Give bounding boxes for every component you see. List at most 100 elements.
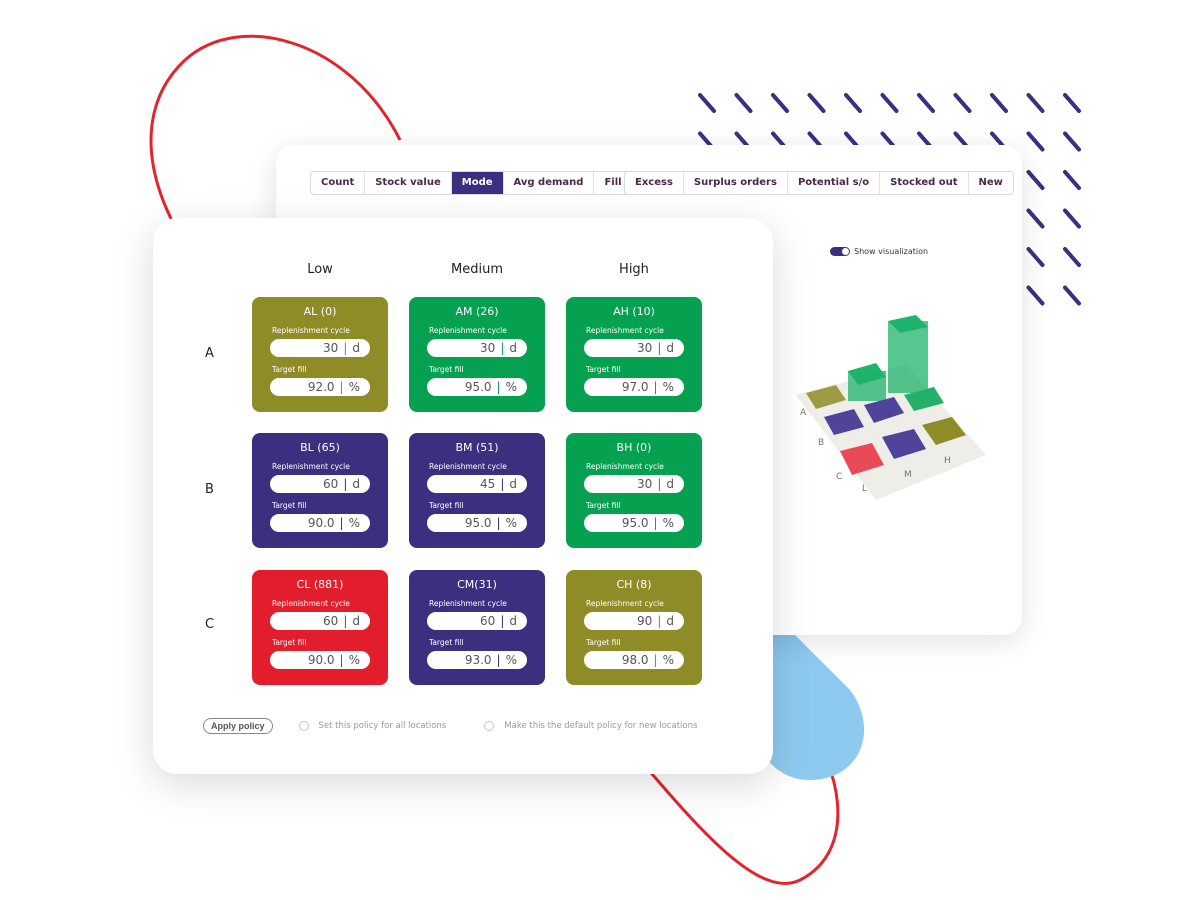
policy-footer: Apply policy Set this policy for all loc… bbox=[203, 718, 697, 734]
fill-unit: % bbox=[348, 653, 360, 667]
target-fill-input[interactable]: 95.0 |% bbox=[427, 514, 527, 532]
replenishment-cycle-input[interactable]: 30 | d bbox=[427, 339, 527, 357]
decor-dash bbox=[698, 93, 716, 113]
replenishment-cycle-input[interactable]: 60 | d bbox=[427, 612, 527, 630]
tile-title: CL (881) bbox=[296, 578, 344, 591]
separator: | bbox=[653, 653, 658, 667]
policy-tile: BM (51) Replenishment cycle 45 | d Target fil… bbox=[409, 433, 545, 548]
column-header-low: Low bbox=[307, 262, 333, 277]
tab-stocked-out[interactable]: Stocked out bbox=[880, 172, 969, 194]
target-fill-input[interactable]: 90.0 |% bbox=[270, 651, 370, 669]
separator: | bbox=[653, 516, 658, 530]
target-fill-input[interactable]: 95.0 |% bbox=[584, 514, 684, 532]
row-header-a: A bbox=[205, 346, 214, 361]
target-fill-input[interactable]: 93.0 |% bbox=[427, 651, 527, 669]
tile-title: CH (8) bbox=[616, 578, 652, 591]
target-fill-input[interactable]: 98.0 |% bbox=[584, 651, 684, 669]
fill-unit: % bbox=[662, 380, 674, 394]
cycle-unit: d bbox=[352, 614, 360, 628]
radio-icon[interactable] bbox=[298, 721, 309, 731]
fill-unit: % bbox=[505, 380, 517, 394]
fill-value: 90.0 bbox=[307, 516, 335, 530]
column-header-medium: Medium bbox=[451, 262, 503, 277]
cycle-unit: d bbox=[509, 477, 517, 491]
set-all-locations-option[interactable]: Set this policy for all locations bbox=[298, 721, 447, 731]
target-fill-input[interactable]: 95.0 |% bbox=[427, 378, 527, 396]
decor-dash bbox=[1026, 208, 1045, 229]
replenishment-cycle-label: Replenishment cycle bbox=[586, 599, 664, 608]
cycle-value: 60 bbox=[323, 614, 339, 628]
cycle-value: 60 bbox=[480, 614, 496, 628]
cycle-unit: d bbox=[509, 341, 517, 355]
replenishment-cycle-input[interactable]: 60 | d bbox=[270, 475, 370, 493]
replenishment-cycle-label: Replenishment cycle bbox=[272, 326, 350, 335]
fill-value: 95.0 bbox=[464, 380, 492, 394]
show-visualization-control[interactable]: Show visualization bbox=[830, 247, 928, 256]
cycle-unit: d bbox=[666, 477, 674, 491]
radio-icon[interactable] bbox=[484, 721, 495, 731]
replenishment-cycle-input[interactable]: 30 | d bbox=[584, 475, 684, 493]
cycle-unit: d bbox=[509, 614, 517, 628]
separator: | bbox=[339, 380, 344, 394]
target-fill-label: Target fill bbox=[429, 365, 464, 374]
replenishment-cycle-input[interactable]: 45 | d bbox=[427, 475, 527, 493]
target-fill-input[interactable]: 97.0 |% bbox=[584, 378, 684, 396]
tab-count[interactable]: Count bbox=[311, 172, 366, 194]
decor-dash bbox=[917, 93, 935, 113]
separator: | bbox=[496, 516, 501, 530]
replenishment-cycle-label: Replenishment cycle bbox=[429, 326, 507, 335]
viz-col-label-l: L bbox=[862, 484, 867, 494]
fill-unit: % bbox=[505, 516, 517, 530]
tab-potential-s-o[interactable]: Potential s/o bbox=[788, 172, 881, 194]
decor-dash bbox=[1026, 170, 1045, 190]
cycle-value: 30 bbox=[637, 477, 653, 491]
replenishment-cycle-input[interactable]: 30 | d bbox=[270, 339, 370, 357]
decor-dash bbox=[1063, 208, 1081, 229]
decor-dash bbox=[1063, 285, 1081, 306]
fill-unit: % bbox=[662, 516, 674, 530]
decor-dash bbox=[1026, 285, 1045, 306]
separator: | bbox=[339, 516, 344, 530]
3d-matrix-visualization: A B C L M H bbox=[796, 315, 986, 500]
tab-avg-demand[interactable]: Avg demand bbox=[504, 172, 595, 194]
replenishment-cycle-input[interactable]: 60 | d bbox=[270, 612, 370, 630]
tab-mode[interactable]: Mode bbox=[451, 172, 504, 194]
target-fill-label: Target fill bbox=[272, 638, 307, 647]
target-fill-input[interactable]: 90.0 |% bbox=[270, 514, 370, 532]
separator: | bbox=[339, 653, 344, 667]
target-fill-input[interactable]: 92.0 |% bbox=[270, 378, 370, 396]
replenishment-cycle-input[interactable]: 30 | d bbox=[584, 339, 684, 357]
decor-dash bbox=[807, 93, 826, 113]
default-new-locations-option[interactable]: Make this the default policy for new loc… bbox=[484, 721, 697, 731]
set-all-locations-label: Set this policy for all locations bbox=[318, 721, 447, 731]
separator: | bbox=[496, 380, 501, 394]
policy-tile: AM (26) Replenishment cycle 30 | d Target fil… bbox=[409, 297, 545, 412]
viz-row-label-c: C bbox=[836, 472, 842, 482]
cycle-unit: d bbox=[666, 341, 674, 355]
visualization-toggle[interactable] bbox=[830, 247, 850, 256]
decor-dash bbox=[1026, 93, 1045, 113]
decor-dash bbox=[1063, 131, 1081, 152]
tab-surplus-orders[interactable]: Surplus orders bbox=[684, 172, 788, 194]
fill-value: 98.0 bbox=[621, 653, 649, 667]
decor-dash bbox=[1063, 170, 1081, 190]
replenishment-cycle-input[interactable]: 90 | d bbox=[584, 612, 684, 630]
target-fill-label: Target fill bbox=[586, 638, 621, 647]
tile-title: AM (26) bbox=[455, 305, 499, 318]
tile-title: BM (51) bbox=[455, 441, 499, 454]
tile-title: BL (65) bbox=[300, 441, 340, 454]
tile-title: AH (10) bbox=[613, 305, 655, 318]
replenishment-cycle-label: Replenishment cycle bbox=[272, 599, 350, 608]
viz-col-label-h: H bbox=[944, 456, 951, 466]
tab-excess[interactable]: Excess bbox=[625, 172, 684, 194]
tab-stock-value[interactable]: Stock value bbox=[365, 172, 452, 194]
fill-unit: % bbox=[348, 516, 360, 530]
viz-bar-AH bbox=[888, 321, 928, 393]
viz-row-label-a: A bbox=[800, 408, 807, 418]
cycle-value: 45 bbox=[480, 477, 496, 491]
tab-new[interactable]: New bbox=[969, 172, 1013, 194]
apply-policy-button[interactable]: Apply policy bbox=[203, 718, 273, 734]
separator: | bbox=[500, 614, 505, 628]
decor-dash bbox=[1063, 247, 1081, 267]
tile-title: AL (0) bbox=[303, 305, 337, 318]
